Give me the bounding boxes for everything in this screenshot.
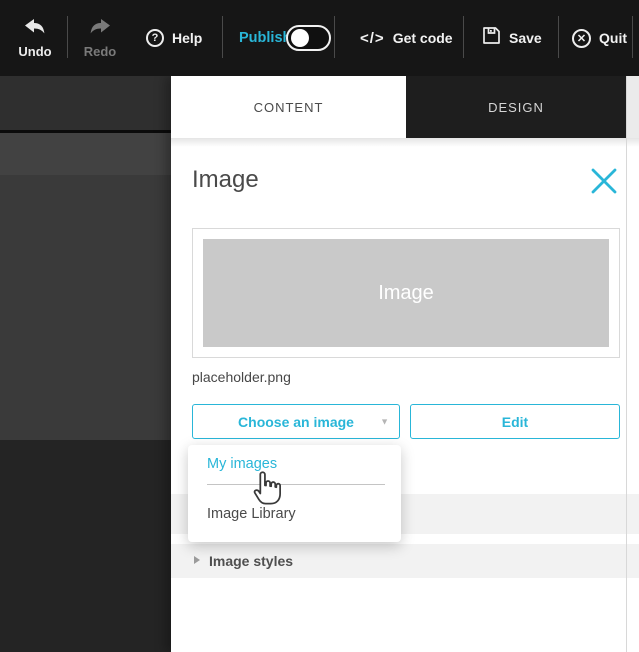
help-label: Help: [172, 30, 202, 46]
close-icon[interactable]: [590, 167, 618, 195]
scrollbar-gutter: [626, 76, 639, 138]
collapse-arrow-icon: [193, 555, 201, 568]
redo-icon: [88, 18, 112, 41]
tab-content[interactable]: CONTENT: [171, 76, 406, 138]
tabs-shadow: [171, 138, 639, 147]
save-button[interactable]: Save: [482, 0, 542, 76]
save-icon: [482, 26, 501, 50]
menu-divider: [207, 484, 385, 485]
tab-design[interactable]: DESIGN: [406, 76, 626, 138]
undo-button[interactable]: Undo: [12, 0, 58, 76]
toolbar-divider: [632, 16, 633, 58]
image-styles-label: Image styles: [209, 553, 293, 569]
help-button[interactable]: ? Help: [146, 0, 202, 76]
choose-image-dropdown: My images Image Library: [188, 445, 401, 542]
panel-tabs: CONTENT DESIGN: [171, 76, 639, 138]
redo-label: Redo: [84, 44, 117, 59]
quit-button[interactable]: ✕ Quit: [572, 0, 627, 76]
choose-image-label: Choose an image: [238, 414, 354, 430]
publish-toggle[interactable]: [286, 25, 331, 51]
cursor-hand-icon: [252, 467, 286, 510]
chevron-down-icon: ▼: [380, 416, 389, 426]
undo-icon: [23, 18, 47, 41]
help-icon: ?: [146, 29, 164, 47]
image-preview-card: Image: [192, 228, 620, 358]
toggle-knob-icon: [291, 29, 309, 47]
scrollbar-track-line: [626, 76, 627, 652]
quit-icon: ✕: [572, 29, 591, 48]
redo-button[interactable]: Redo: [76, 0, 124, 76]
toolbar-divider: [558, 16, 559, 58]
toolbar-divider: [67, 16, 68, 58]
app-window: Undo Redo ? Help Publish </> Get code: [0, 0, 639, 652]
section-image-styles[interactable]: Image styles: [171, 544, 639, 578]
code-icon: </>: [360, 30, 385, 47]
quit-label: Quit: [599, 30, 627, 46]
edit-label: Edit: [502, 414, 528, 430]
choose-image-button[interactable]: Choose an image ▼: [192, 404, 400, 439]
settings-panel: CONTENT DESIGN Image Image placeholder.p…: [171, 76, 639, 652]
save-label: Save: [509, 30, 542, 46]
undo-label: Undo: [18, 44, 51, 59]
edit-button[interactable]: Edit: [410, 404, 620, 439]
image-placeholder: Image: [203, 239, 609, 347]
panel-title: Image: [192, 166, 259, 194]
image-filename: placeholder.png: [192, 369, 291, 385]
get-code-label: Get code: [393, 30, 453, 46]
get-code-button[interactable]: </> Get code: [360, 0, 453, 76]
toolbar-divider: [463, 16, 464, 58]
top-toolbar: Undo Redo ? Help Publish </> Get code: [0, 0, 639, 76]
toolbar-divider: [334, 16, 335, 58]
toolbar-divider: [222, 16, 223, 58]
publish-label: Publish: [239, 0, 291, 76]
